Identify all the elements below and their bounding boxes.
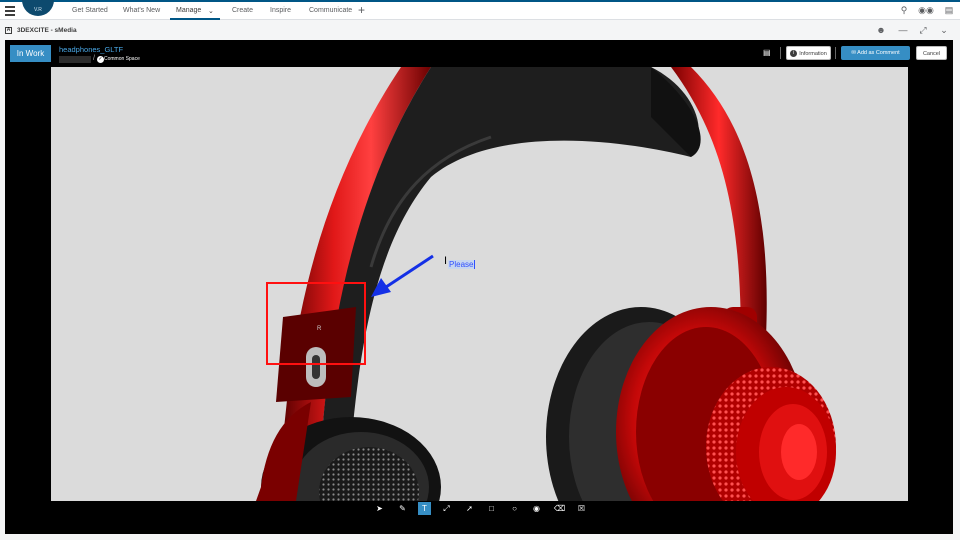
divider: [780, 47, 781, 59]
app-title-bar: A 3DEXCITE - sMedia ☻ — ⤢ ⌄: [0, 22, 960, 40]
palette-tool-icon[interactable]: ◉: [530, 502, 543, 515]
maximize-icon[interactable]: ⤢: [917, 25, 929, 37]
line-tool-icon[interactable]: ⤢: [440, 502, 453, 515]
chat-icon[interactable]: ▤: [943, 5, 955, 17]
cancel-button[interactable]: Cancel: [916, 46, 947, 60]
select-tool-icon[interactable]: ➤: [373, 502, 386, 515]
search-icon[interactable]: ⚲: [898, 5, 910, 17]
rectangle-tool-icon[interactable]: □: [485, 502, 498, 515]
pencil-tool-icon[interactable]: ✎: [396, 502, 409, 515]
top-navigation-bar: V.R Get Started What's New Manage ⌄ Crea…: [0, 0, 960, 20]
owner-name-redacted: [59, 56, 91, 63]
status-badge[interactable]: In Work: [10, 45, 51, 62]
minimize-icon[interactable]: —: [897, 25, 909, 37]
add-comment-label: Add as Comment: [857, 50, 900, 56]
menu-icon[interactable]: [5, 6, 15, 16]
information-button[interactable]: i Information: [786, 46, 831, 60]
text-cursor-icon: I: [444, 255, 448, 267]
tab-create[interactable]: Create: [232, 7, 253, 14]
media-canvas[interactable]: R Please I: [51, 67, 908, 501]
tags-icon[interactable]: ◉◉: [918, 5, 934, 17]
circle-tool-icon[interactable]: ○: [508, 502, 521, 515]
tab-inspire[interactable]: Inspire: [270, 7, 291, 14]
share-icon[interactable]: ☻: [875, 25, 887, 37]
compass-logo[interactable]: V.R: [22, 0, 54, 16]
app-title: 3DEXCITE - sMedia: [17, 27, 77, 34]
tab-get-started[interactable]: Get Started: [72, 7, 108, 14]
annotation-toolbar: ➤ ✎ T ⤢ ➚ □ ○ ◉ ⌫ ☒: [5, 501, 953, 534]
image-tool-icon[interactable]: ▤: [763, 48, 773, 58]
annotation-rect-label: R: [317, 326, 322, 332]
active-tab-indicator: [170, 18, 220, 20]
information-label: Information: [799, 51, 827, 57]
viewer-header: In Work headphones_GLTF / ✓ Common Space…: [5, 40, 953, 67]
document-title[interactable]: headphones_GLTF: [59, 45, 123, 54]
chevron-down-icon[interactable]: ⌄: [938, 25, 950, 37]
info-icon: i: [790, 50, 798, 58]
headphones-image: [256, 67, 836, 501]
media-viewer: In Work headphones_GLTF / ✓ Common Space…: [5, 40, 953, 534]
text-tool-icon[interactable]: T: [418, 502, 431, 515]
divider: [835, 47, 836, 59]
app-logo-icon: A: [5, 27, 12, 34]
annotation-text[interactable]: Please: [448, 260, 476, 269]
eraser-tool-icon[interactable]: ⌫: [553, 502, 566, 515]
tab-communicate[interactable]: Communicate: [309, 7, 352, 14]
clear-tool-icon[interactable]: ☒: [575, 502, 588, 515]
chevron-down-icon[interactable]: ⌄: [208, 7, 214, 15]
add-tab-icon[interactable]: +: [358, 3, 365, 17]
tab-manage[interactable]: Manage: [176, 7, 201, 14]
arrow-tool-icon[interactable]: ➚: [463, 502, 476, 515]
annotation-arrow: [382, 254, 434, 291]
check-circle-icon: ✓: [97, 56, 104, 63]
tab-whats-new[interactable]: What's New: [123, 7, 160, 14]
separator: /: [93, 55, 95, 62]
collaborative-space[interactable]: Common Space: [104, 56, 140, 62]
add-as-comment-button[interactable]: ✉ Add as Comment: [841, 46, 910, 60]
